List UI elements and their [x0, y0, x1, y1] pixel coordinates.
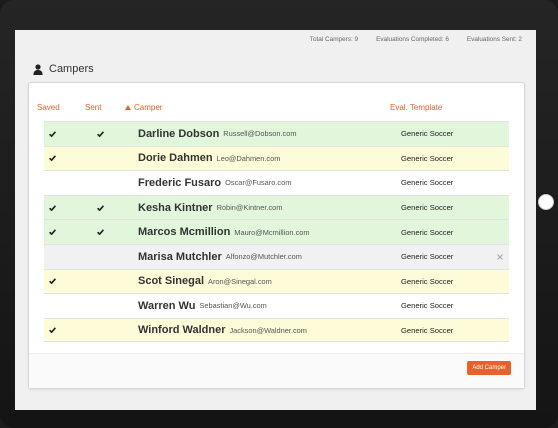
column-header-camper[interactable]: Camper: [125, 103, 162, 112]
check-icon: [97, 131, 104, 137]
camper-email: Sebastian@Wu.com: [199, 301, 267, 311]
saved-cell: [49, 220, 56, 244]
sort-ascending-icon: [125, 105, 131, 110]
camper-name[interactable]: Warren Wu: [138, 300, 195, 312]
table-row[interactable]: Darline Dobson Russell@Dobson.com Generic …: [44, 121, 509, 146]
check-icon: [97, 204, 104, 211]
check-icon: [49, 278, 56, 285]
camper-email: Leo@Dahmen.com: [216, 153, 281, 163]
tablet-frame: Total Campers: 9 Evaluations Completed: …: [0, 0, 558, 428]
evaluations-completed-stat: Evaluations Completed: 6: [376, 36, 449, 43]
user-icon: [33, 63, 43, 75]
home-button[interactable]: [538, 194, 554, 210]
camper-email: Oscar@Fusaro.com: [225, 178, 292, 188]
camper-cell: Marcos Mcmillion Mauro@Mcmillion.com: [138, 220, 310, 244]
eval-template-cell: Generic Soccer: [401, 252, 454, 262]
column-header-saved[interactable]: Saved: [37, 103, 60, 112]
camper-name[interactable]: Winford Waldner: [138, 324, 225, 336]
camper-email: Alfonzo@Mutchler.com: [225, 252, 302, 262]
check-icon: [49, 131, 56, 137]
eval-template-cell: Generic Soccer: [401, 153, 454, 163]
table-row[interactable]: Marcos Mcmillion Mauro@Mcmillion.com Gener…: [44, 219, 509, 244]
table-row[interactable]: Frederic Fusaro Oscar@Fusaro.com Generic S…: [44, 170, 509, 195]
camper-name[interactable]: Dorie Dahmen: [138, 152, 213, 164]
total-campers-stat: Total Campers: 9: [309, 36, 359, 43]
card-footer: Add Camper: [29, 353, 524, 388]
table-row[interactable]: Winford Waldner Jackson@Waldner.com Generi…: [44, 317, 509, 343]
evaluations-sent-stat: Evaluations Sent: 2: [466, 36, 522, 43]
camper-email: Robin@Kintner.com: [216, 203, 283, 213]
saved-cell: [49, 122, 56, 146]
table-header: Saved Sent Camper Eval. Template: [29, 83, 524, 121]
table-row[interactable]: Kesha Kintner Robin@Kintner.com Generic So…: [44, 194, 509, 220]
camper-name[interactable]: Marisa Mutchler: [138, 251, 222, 263]
eval-template-cell: Generic Soccer: [401, 301, 454, 311]
campers-table-body: Darline Dobson Russell@Dobson.com Generic …: [44, 121, 509, 343]
camper-email: Aron@Sinegal.com: [208, 276, 272, 286]
campers-card: Saved Sent Camper Eval. Template Darline…: [28, 82, 525, 389]
app-screen: Total Campers: 9 Evaluations Completed: …: [15, 30, 536, 410]
camper-cell: Marisa Mutchler Alfonzo@Mutchler.com: [138, 245, 302, 269]
summary-stats: Total Campers: 9 Evaluations Completed: …: [310, 36, 522, 43]
camper-name[interactable]: Marcos Mcmillion: [138, 226, 230, 238]
camper-email: Mauro@Mcmillion.com: [234, 227, 310, 237]
sent-cell: [97, 220, 104, 244]
table-row[interactable]: Scot Sinegal Aron@Sinegal.com Generic Socc…: [44, 268, 509, 294]
column-header-eval-template[interactable]: Eval. Template: [390, 103, 442, 112]
camper-name[interactable]: Darline Dobson: [138, 128, 219, 140]
section-title: Campers: [49, 63, 94, 75]
camper-name[interactable]: Kesha Kintner: [138, 202, 213, 214]
saved-cell: [49, 319, 56, 342]
camper-cell: Warren Wu Sebastian@Wu.com: [138, 294, 267, 318]
add-camper-button[interactable]: Add Camper: [467, 361, 511, 375]
saved-cell: [49, 270, 56, 294]
sent-cell: [97, 196, 104, 220]
eval-template-cell: Generic Soccer: [401, 178, 454, 188]
camper-name[interactable]: Scot Sinegal: [138, 275, 204, 287]
column-header-camper-label: Camper: [134, 103, 163, 112]
remove-camper-button[interactable]: [497, 245, 503, 269]
camper-cell: Frederic Fusaro Oscar@Fusaro.com: [138, 171, 291, 195]
camper-cell: Dorie Dahmen Leo@Dahmen.com: [138, 147, 280, 171]
eval-template-cell: Generic Soccer: [401, 203, 454, 213]
close-icon: [497, 253, 503, 260]
table-row[interactable]: Dorie Dahmen Leo@Dahmen.com Generic Soccer: [44, 145, 509, 171]
eval-template-cell: Generic Soccer: [401, 325, 454, 335]
check-icon: [49, 327, 56, 334]
eval-template-cell: Generic Soccer: [401, 227, 454, 237]
saved-cell: [49, 196, 56, 220]
sent-cell: [97, 122, 104, 146]
camper-name[interactable]: Frederic Fusaro: [138, 177, 221, 189]
camper-cell: Winford Waldner Jackson@Waldner.com: [138, 319, 307, 342]
camper-cell: Kesha Kintner Robin@Kintner.com: [138, 196, 282, 220]
check-icon: [49, 204, 56, 211]
saved-cell: [49, 147, 56, 171]
table-row[interactable]: Marisa Mutchler Alfonzo@Mutchler.com Gener…: [44, 243, 509, 269]
eval-template-cell: Generic Soccer: [401, 129, 454, 139]
camper-email: Jackson@Waldner.com: [229, 325, 307, 335]
camper-cell: Scot Sinegal Aron@Sinegal.com: [138, 270, 272, 294]
column-header-sent[interactable]: Sent: [85, 103, 101, 112]
check-icon: [97, 229, 104, 236]
check-icon: [49, 155, 56, 162]
section-header: Campers: [33, 63, 94, 75]
camper-cell: Darline Dobson Russell@Dobson.com: [138, 122, 297, 146]
eval-template-cell: Generic Soccer: [401, 276, 454, 286]
table-row[interactable]: Warren Wu Sebastian@Wu.com Generic Soccer: [44, 293, 509, 318]
camper-email: Russell@Dobson.com: [223, 129, 297, 139]
check-icon: [49, 229, 56, 236]
